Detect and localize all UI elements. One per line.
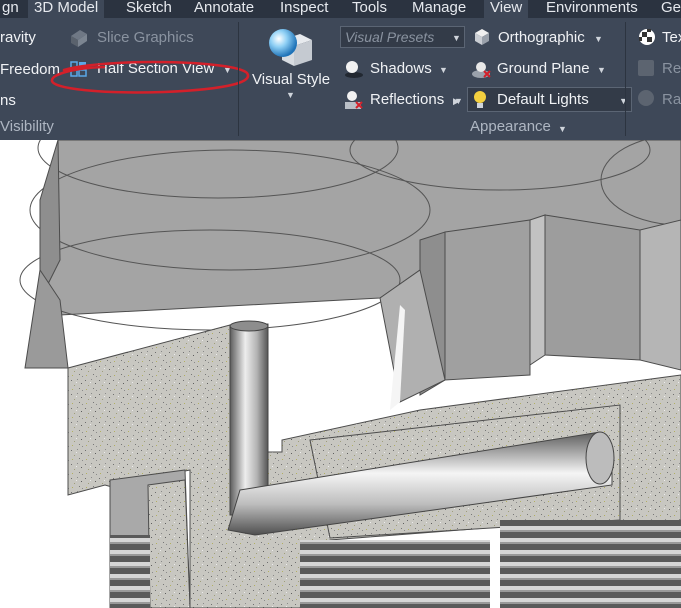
tab-environments[interactable]: Environments [540,0,644,18]
3d-viewport[interactable] [0,140,681,608]
appearance-group-label: Appearance [470,118,551,135]
tab-inspect[interactable]: Inspect [274,0,334,18]
appearance-expand-arrow[interactable]: ▼ [558,124,567,134]
tab-view[interactable]: View [484,0,529,18]
lights-left-arrow[interactable]: ▶ [453,96,460,107]
reflections-button[interactable]: Reflections [370,91,444,108]
ray-trace-quality-icon [638,90,654,106]
ribbon-panel: ravity Freedom ns Slice Graphics Half Se… [0,18,681,140]
tab-tools[interactable]: Tools [346,0,393,18]
section-model-render[interactable] [0,140,681,608]
slice-graphics-button[interactable]: Slice Graphics [97,29,194,46]
default-lights-dropdown[interactable]: Default Lights ▼ [467,87,632,112]
texture-checker-icon [639,29,655,45]
default-lights-value: Default Lights [497,91,589,108]
red-annotation-circle [50,60,250,94]
ribbon-tab-bar: gn 3D Model Sketch Annotate Inspect Tool… [0,0,681,18]
visual-style-sphere-icon [269,29,312,66]
tab-manage[interactable]: Manage [406,0,472,18]
slice-graphics-icon [71,30,87,47]
tab-design[interactable]: gn [0,0,25,18]
textures-button[interactable]: Tex [662,29,681,46]
visibility-group-label: Visibility [0,118,54,135]
shadows-icon [345,61,363,78]
center-of-gravity-button[interactable]: ravity [0,29,36,46]
visual-presets-placeholder: Visual Presets [345,29,435,45]
visual-presets-arrow: ▼ [452,33,461,43]
orthographic-icon [475,29,489,45]
ground-plane-dropdown-arrow[interactable]: ▼ [597,65,606,75]
orthographic-dropdown-arrow[interactable]: ▼ [594,34,603,44]
tab-getting-started[interactable]: Ge [655,0,681,18]
default-lights-bulb-icon [474,91,486,108]
re-button[interactable]: Re [662,60,681,77]
group-separator [238,22,239,136]
tab-annotate[interactable]: Annotate [188,0,260,18]
shadows-dropdown-arrow[interactable]: ▼ [439,65,448,75]
tab-3d-model[interactable]: 3D Model [28,0,105,18]
ray-tracing-icon [638,60,654,76]
tab-sketch[interactable]: Sketch [120,0,178,18]
ground-plane-button[interactable]: Ground Plane [497,60,590,77]
ground-plane-icon [472,62,491,78]
ra-button[interactable]: Ra [662,91,681,108]
visual-presets-dropdown[interactable]: Visual Presets ▼ [340,26,465,48]
reflections-icon [345,91,363,109]
visibility-partial-button[interactable]: ns [0,92,16,109]
orthographic-button[interactable]: Orthographic [498,29,585,46]
visual-style-button[interactable]: Visual Style [252,71,330,88]
shadows-button[interactable]: Shadows [370,60,432,77]
visual-style-dropdown-arrow[interactable]: ▼ [286,90,295,100]
group-separator-2 [625,22,626,136]
default-lights-arrow: ▼ [619,96,628,106]
